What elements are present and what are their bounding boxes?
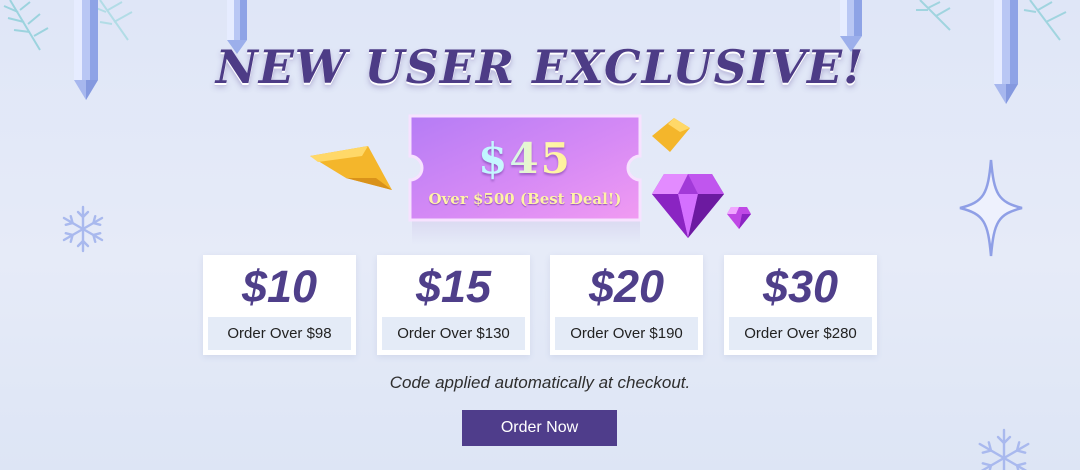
snowflake-icon <box>62 205 104 253</box>
coupon-card[interactable]: $10 Order Over $98 <box>203 255 356 355</box>
featured-coupon[interactable]: $45 Over $500 (Best Deal!) <box>404 112 646 244</box>
diamond-icon <box>652 174 724 238</box>
coupon-amount: $15 <box>415 261 492 312</box>
order-now-button[interactable]: Order Now <box>462 410 617 446</box>
coupon-amount: $20 <box>588 261 665 312</box>
gold-ribbon-icon <box>652 118 690 152</box>
page-title: NEW USER EXCLUSIVE! <box>215 40 865 94</box>
coupon-amount: $10 <box>241 261 318 312</box>
coupon-condition: Order Over $130 <box>382 317 525 350</box>
featured-coupon-amount: $45 <box>404 134 646 183</box>
coupon-condition: Order Over $190 <box>555 317 698 350</box>
snowflake-icon <box>978 428 1030 470</box>
sparkle-icon <box>959 159 1023 257</box>
gold-ribbon-icon <box>310 146 392 190</box>
coupon-amount: $30 <box>762 261 839 312</box>
coupon-condition: Order Over $280 <box>729 317 872 350</box>
checkout-note: Code applied automatically at checkout. <box>389 373 691 392</box>
diamond-icon <box>727 207 751 229</box>
featured-coupon-condition: Over $500 (Best Deal!) <box>428 190 622 208</box>
coupon-card[interactable]: $15 Order Over $130 <box>377 255 530 355</box>
coupon-card[interactable]: $30 Order Over $280 <box>724 255 877 355</box>
coupon-card[interactable]: $20 Order Over $190 <box>550 255 703 355</box>
coupon-condition: Order Over $98 <box>208 317 351 350</box>
